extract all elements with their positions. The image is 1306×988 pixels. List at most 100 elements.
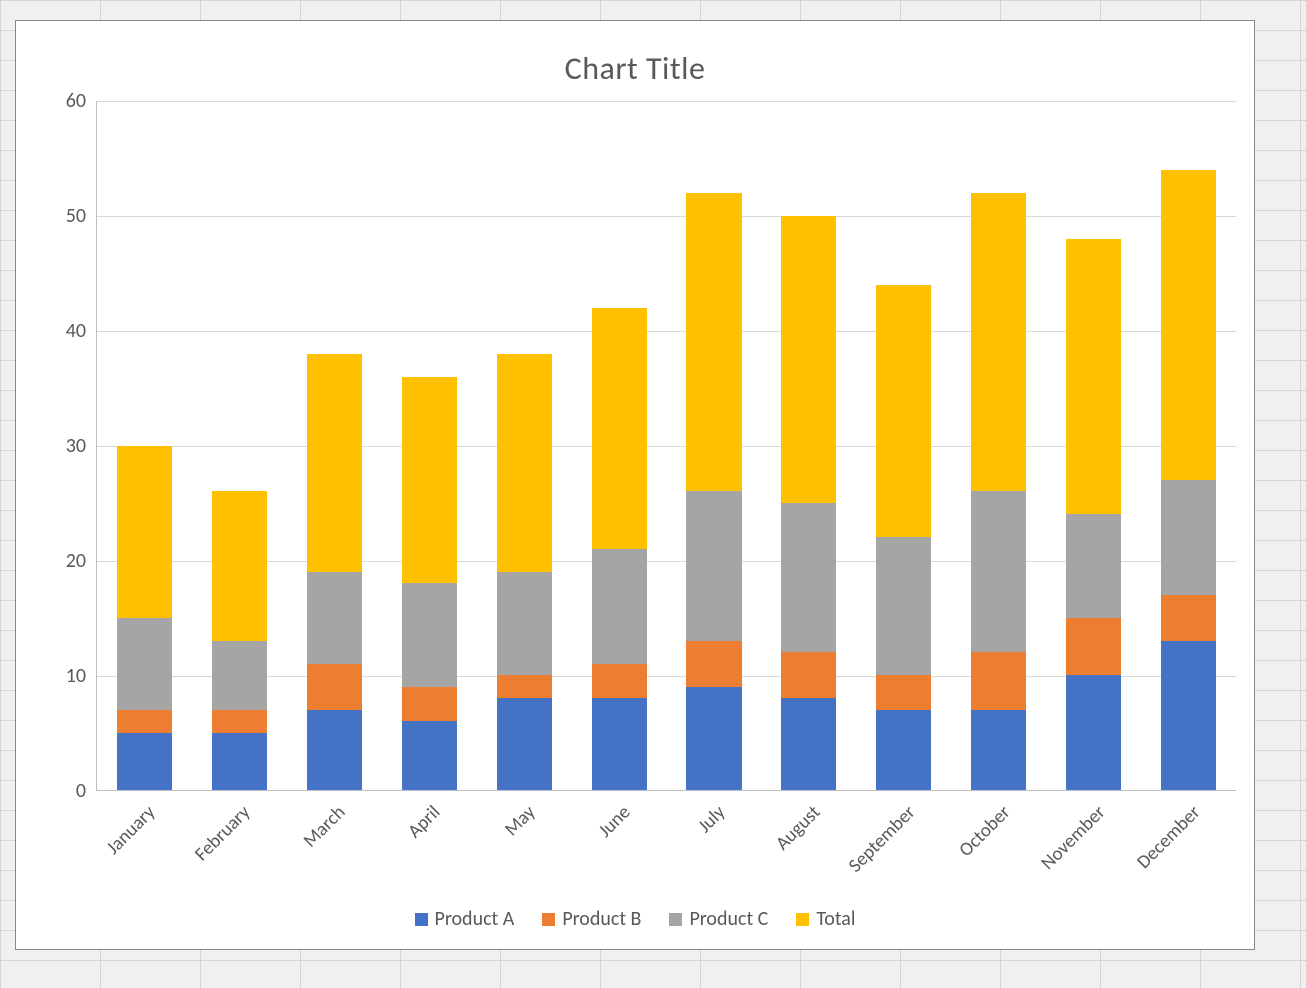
bar-segment-product-c[interactable] [686, 491, 741, 640]
bar-segment-product-b[interactable] [117, 710, 172, 733]
bar-stack[interactable] [212, 101, 267, 790]
bar-group [97, 101, 1236, 790]
bar-stack[interactable] [307, 101, 362, 790]
bar-stack[interactable] [686, 101, 741, 790]
legend-item-product-c[interactable]: Product C [669, 907, 768, 931]
bar-segment-product-c[interactable] [497, 572, 552, 675]
bar-slot [192, 101, 287, 790]
bar-slot [287, 101, 382, 790]
bar-segment-product-b[interactable] [1161, 595, 1216, 641]
bar-segment-product-b[interactable] [876, 675, 931, 709]
x-label-slot: April [381, 793, 476, 893]
legend-label: Product C [689, 907, 768, 931]
x-tick-label: January [101, 801, 159, 859]
bar-segment-product-a[interactable] [971, 710, 1026, 790]
y-tick-label: 10 [46, 664, 86, 688]
bar-segment-total[interactable] [686, 193, 741, 492]
x-tick-label: December [1132, 801, 1205, 874]
bar-segment-product-c[interactable] [1161, 480, 1216, 595]
legend-swatch-icon [415, 913, 428, 926]
bar-segment-total[interactable] [592, 308, 647, 549]
bar-segment-product-c[interactable] [781, 503, 836, 652]
x-label-slot: July [666, 793, 761, 893]
bar-slot [477, 101, 572, 790]
legend-label: Product B [562, 907, 641, 931]
bar-segment-total[interactable] [1066, 239, 1121, 515]
bar-segment-total[interactable] [117, 446, 172, 618]
bar-segment-product-c[interactable] [971, 491, 1026, 652]
legend-item-total[interactable]: Total [796, 907, 855, 931]
x-label-slot: January [96, 793, 191, 893]
bar-segment-total[interactable] [781, 216, 836, 503]
x-label-slot: August [761, 793, 856, 893]
bar-segment-total[interactable] [497, 354, 552, 572]
bar-stack[interactable] [876, 101, 931, 790]
bar-segment-product-a[interactable] [117, 733, 172, 790]
bar-segment-product-a[interactable] [781, 698, 836, 790]
bar-segment-product-b[interactable] [402, 687, 457, 721]
bar-segment-product-c[interactable] [876, 537, 931, 675]
bar-segment-product-c[interactable] [307, 572, 362, 664]
bar-segment-product-b[interactable] [686, 641, 741, 687]
bar-stack[interactable] [497, 101, 552, 790]
bar-segment-product-a[interactable] [497, 698, 552, 790]
x-tick-label: February [190, 801, 255, 866]
bar-segment-product-a[interactable] [1066, 675, 1121, 790]
plot-container: 0102030405060 JanuaryFebruaryMarchAprilM… [46, 101, 1236, 791]
bar-stack[interactable] [117, 101, 172, 790]
x-label-slot: March [286, 793, 381, 893]
bar-slot [951, 101, 1046, 790]
x-axis-labels: JanuaryFebruaryMarchAprilMayJuneJulyAugu… [96, 793, 1236, 893]
bar-segment-product-a[interactable] [686, 687, 741, 790]
bar-segment-product-b[interactable] [212, 710, 267, 733]
bar-stack[interactable] [402, 101, 457, 790]
legend-item-product-b[interactable]: Product B [542, 907, 641, 931]
bar-segment-total[interactable] [307, 354, 362, 572]
bar-segment-product-b[interactable] [592, 664, 647, 698]
x-tick-label: October [954, 801, 1015, 862]
legend-swatch-icon [796, 913, 809, 926]
bar-segment-product-c[interactable] [402, 583, 457, 686]
bar-segment-product-a[interactable] [1161, 641, 1216, 790]
bar-segment-product-b[interactable] [497, 675, 552, 698]
bar-segment-product-a[interactable] [876, 710, 931, 790]
bar-segment-product-c[interactable] [1066, 514, 1121, 617]
bar-segment-total[interactable] [1161, 170, 1216, 480]
bar-segment-product-c[interactable] [212, 641, 267, 710]
bar-segment-product-b[interactable] [307, 664, 362, 710]
bar-segment-product-b[interactable] [1066, 618, 1121, 675]
x-label-slot: September [856, 793, 951, 893]
bar-slot [1046, 101, 1141, 790]
bar-segment-product-b[interactable] [971, 652, 1026, 709]
bar-segment-product-a[interactable] [592, 698, 647, 790]
bar-segment-product-c[interactable] [117, 618, 172, 710]
bar-slot [97, 101, 192, 790]
bar-segment-product-c[interactable] [592, 549, 647, 664]
chart-object[interactable]: Chart Title 0102030405060 JanuaryFebruar… [15, 20, 1255, 950]
bar-stack[interactable] [971, 101, 1026, 790]
y-tick-label: 20 [46, 549, 86, 573]
y-tick-label: 60 [46, 89, 86, 113]
x-label-slot: June [571, 793, 666, 893]
x-label-slot: October [951, 793, 1046, 893]
bar-slot [856, 101, 951, 790]
x-label-slot: November [1046, 793, 1141, 893]
bar-segment-total[interactable] [212, 491, 267, 640]
bar-segment-product-b[interactable] [781, 652, 836, 698]
bar-slot [761, 101, 856, 790]
x-tick-label: November [1036, 801, 1110, 875]
bar-stack[interactable] [592, 101, 647, 790]
bar-segment-product-a[interactable] [212, 733, 267, 790]
bar-stack[interactable] [1161, 101, 1216, 790]
bar-segment-total[interactable] [402, 377, 457, 584]
legend-item-product-a[interactable]: Product A [415, 907, 515, 931]
bar-segment-product-a[interactable] [402, 721, 457, 790]
bar-stack[interactable] [1066, 101, 1121, 790]
bar-segment-product-a[interactable] [307, 710, 362, 790]
legend-swatch-icon [542, 913, 555, 926]
bar-segment-total[interactable] [971, 193, 1026, 492]
legend-swatch-icon [669, 913, 682, 926]
x-tick-label: June [593, 801, 634, 842]
bar-stack[interactable] [781, 101, 836, 790]
bar-segment-total[interactable] [876, 285, 931, 538]
